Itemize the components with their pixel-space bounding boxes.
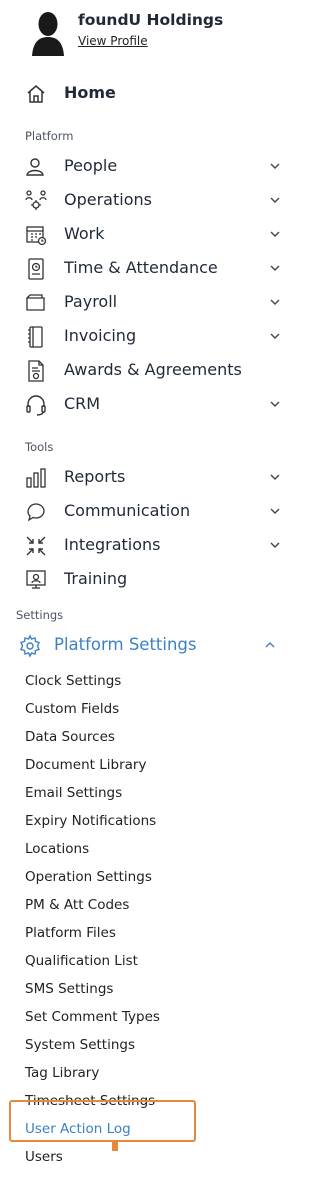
nav-payroll[interactable]: Payroll	[0, 286, 280, 318]
nav-work-label: Work	[64, 224, 105, 243]
chevron-down-icon	[268, 260, 282, 274]
settings-item-users[interactable]: Users	[25, 1149, 63, 1165]
nav-platform-settings[interactable]: Platform Settings	[0, 629, 280, 661]
settings-item-set-comment-types[interactable]: Set Comment Types	[25, 1009, 160, 1025]
nav-communication-label: Communication	[64, 501, 191, 520]
nav-awards-agreements-label: Awards & Agreements	[64, 360, 242, 379]
settings-item-email-settings[interactable]: Email Settings	[25, 785, 122, 801]
section-tools: Tools	[25, 440, 54, 454]
settings-item-locations[interactable]: Locations	[25, 841, 89, 857]
nav-people-label: People	[64, 156, 118, 175]
chevron-up-icon	[263, 637, 277, 651]
nav-people[interactable]: People	[0, 150, 280, 182]
nav-home[interactable]: Home	[0, 77, 280, 109]
nav-training[interactable]: Training	[0, 563, 280, 595]
view-profile-link[interactable]: View Profile	[78, 34, 148, 48]
nav-awards-agreements[interactable]: Awards & Agreements	[0, 354, 280, 386]
settings-item-custom-fields[interactable]: Custom Fields	[25, 701, 119, 717]
training-icon	[24, 568, 48, 592]
nav-operations-label: Operations	[64, 190, 152, 209]
settings-item-document-library[interactable]: Document Library	[25, 757, 146, 773]
timesheet-icon	[24, 257, 48, 281]
nav-reports[interactable]: Reports	[0, 461, 280, 493]
chevron-down-icon	[268, 192, 282, 206]
chevron-down-icon	[268, 396, 282, 410]
highlight-pointer	[112, 1141, 118, 1151]
people-icon	[24, 155, 48, 179]
nav-communication[interactable]: Communication	[0, 495, 280, 527]
settings-item-clock-settings[interactable]: Clock Settings	[25, 673, 121, 689]
nav-payroll-label: Payroll	[64, 292, 118, 311]
settings-item-operation-settings[interactable]: Operation Settings	[25, 869, 152, 885]
chevron-down-icon	[268, 469, 282, 483]
nav-time-attendance[interactable]: Time & Attendance	[0, 252, 280, 284]
section-settings: Settings	[16, 608, 64, 622]
org-name: foundU Holdings	[78, 11, 224, 29]
nav-integrations[interactable]: Integrations	[0, 529, 280, 561]
settings-item-pm-att-codes[interactable]: PM & Att Codes	[25, 897, 129, 913]
nav-platform-settings-label: Platform Settings	[54, 635, 197, 654]
chevron-down-icon	[268, 537, 282, 551]
avatar[interactable]	[30, 10, 66, 56]
nav-invoicing[interactable]: Invoicing	[0, 320, 280, 352]
chevron-down-icon	[268, 158, 282, 172]
settings-item-tag-library[interactable]: Tag Library	[25, 1065, 99, 1081]
chevron-down-icon	[268, 328, 282, 342]
settings-item-platform-files[interactable]: Platform Files	[25, 925, 116, 941]
settings-item-data-sources[interactable]: Data Sources	[25, 729, 115, 745]
integrations-icon	[24, 534, 48, 558]
chevron-down-icon	[268, 226, 282, 240]
nav-time-attendance-label: Time & Attendance	[64, 258, 218, 277]
nav-crm-label: CRM	[64, 394, 101, 413]
wallet-icon	[24, 291, 48, 315]
chevron-down-icon	[268, 503, 282, 517]
nav-training-label: Training	[64, 569, 128, 588]
operations-icon	[24, 189, 48, 213]
settings-item-expiry-notifications[interactable]: Expiry Notifications	[25, 813, 156, 829]
nav-invoicing-label: Invoicing	[64, 326, 137, 345]
nav-work[interactable]: Work	[0, 218, 280, 250]
nav-crm[interactable]: CRM	[0, 388, 280, 420]
headset-icon	[24, 393, 48, 417]
home-icon	[24, 82, 48, 106]
nav-home-label: Home	[64, 83, 116, 102]
profile-header: foundU Holdings View Profile	[0, 0, 280, 64]
section-platform: Platform	[25, 129, 74, 143]
settings-item-qualification-list[interactable]: Qualification List	[25, 953, 138, 969]
calendar-icon	[24, 223, 48, 247]
settings-item-system-settings[interactable]: System Settings	[25, 1037, 135, 1053]
settings-item-sms-settings[interactable]: SMS Settings	[25, 981, 113, 997]
nav-operations[interactable]: Operations	[0, 184, 280, 216]
award-document-icon	[24, 359, 48, 383]
chevron-down-icon	[268, 294, 282, 308]
nav-reports-label: Reports	[64, 467, 126, 486]
bar-chart-icon	[24, 466, 48, 490]
nav-integrations-label: Integrations	[64, 535, 161, 554]
chat-icon	[24, 500, 48, 524]
gear-icon	[18, 634, 42, 658]
highlight-box	[9, 1100, 196, 1142]
invoice-icon	[24, 325, 48, 349]
